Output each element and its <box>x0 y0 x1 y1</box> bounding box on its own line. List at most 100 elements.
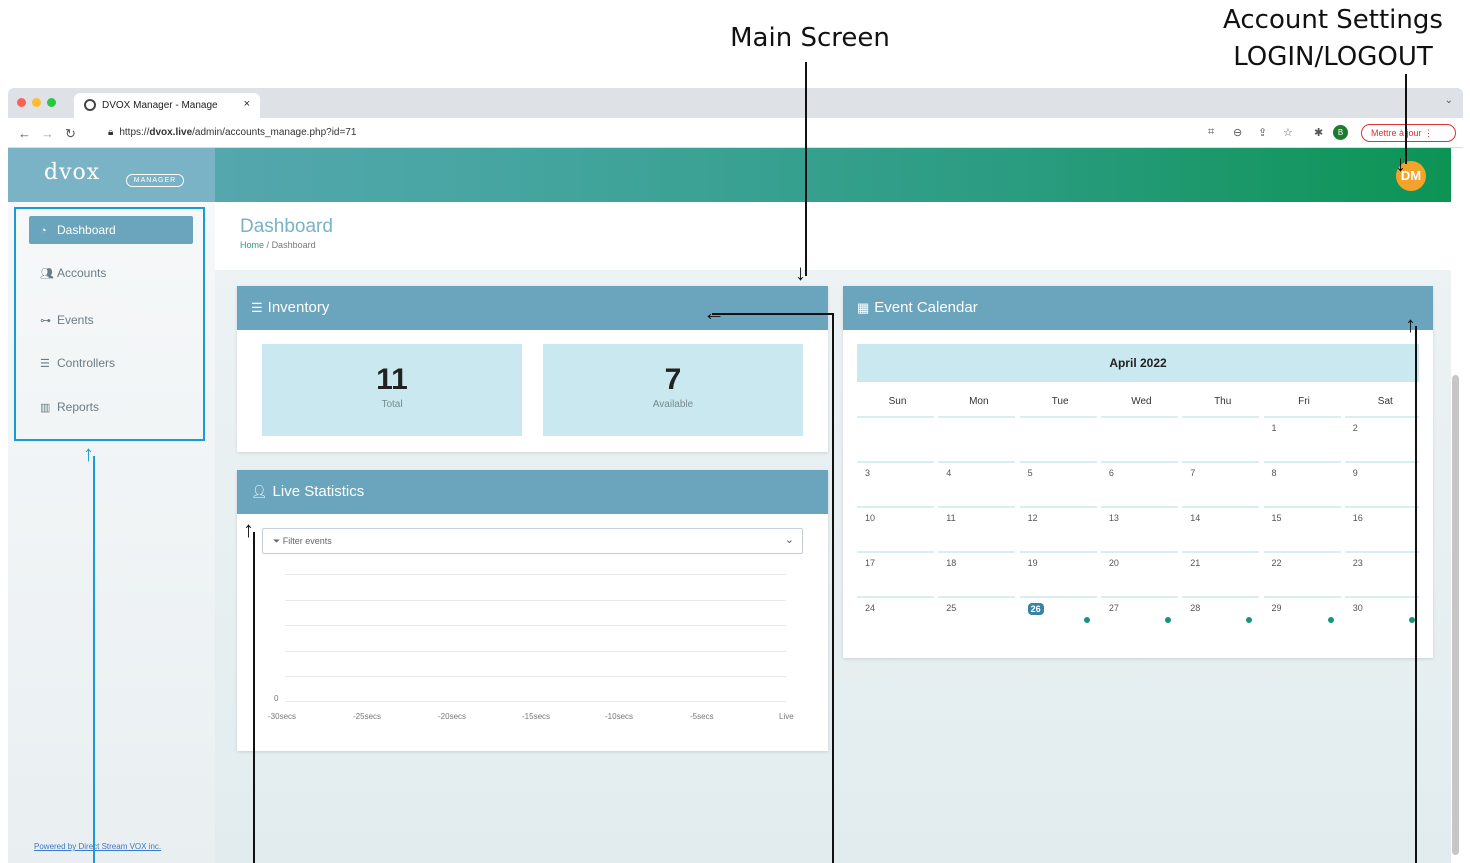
tab-list-chevron-icon[interactable]: ⌄ <box>1445 95 1453 106</box>
calendar-day-cell[interactable]: 9 <box>1344 461 1419 506</box>
page-header: Dashboard Home / Dashboard <box>215 202 1451 270</box>
close-window-dot[interactable] <box>17 98 26 107</box>
calendar-weekday-mon: Mon <box>969 396 989 407</box>
calendar-day-number: 6 <box>1108 468 1114 478</box>
calendar-day-cell[interactable]: 19 <box>1019 551 1097 596</box>
breadcrumb-home-link[interactable]: Home <box>240 240 264 250</box>
calendar-day-number: 13 <box>1108 513 1119 523</box>
calendar-day-cell[interactable]: 7 <box>1182 461 1260 506</box>
calendar-day-cell[interactable]: 4 <box>938 461 1016 506</box>
annotation-arrow-main-screen <box>805 62 807 276</box>
logo-text: dvox <box>44 160 101 185</box>
zoom-icon[interactable]: ⊖ <box>1233 126 1242 139</box>
forward-icon[interactable]: → <box>41 126 54 141</box>
annotation-arrowhead: ← <box>703 300 725 325</box>
calendar-event-dot[interactable] <box>1083 617 1090 623</box>
chart-x-tick: -15secs <box>522 712 551 721</box>
calendar-day-cell[interactable]: 6 <box>1100 461 1178 506</box>
translate-icon[interactable]: ⌗ <box>1208 126 1214 139</box>
inventory-available-tile[interactable]: 7 Available <box>543 344 803 436</box>
calendar-day-cell[interactable]: 12 <box>1019 506 1097 551</box>
share-icon[interactable]: ⇪ <box>1258 126 1267 139</box>
breadcrumb-separator: / <box>266 240 270 250</box>
minimize-window-dot[interactable] <box>32 98 41 107</box>
calendar-day-cell[interactable]: 14 <box>1182 506 1260 551</box>
inventory-available-label: Available <box>652 399 694 410</box>
calendar-day-cell[interactable]: 23 <box>1344 551 1419 596</box>
logo[interactable]: dvox MANAGER <box>8 148 215 202</box>
annotation-arrowhead: ↓ <box>1395 151 1406 176</box>
calendar-day-cell[interactable]: 16 <box>1344 506 1419 551</box>
calendar-day-cell[interactable]: 8 <box>1263 461 1341 506</box>
calendar-day-cell[interactable]: 10 <box>857 506 934 551</box>
calendar-day-number: 28 <box>1190 603 1201 613</box>
breadcrumb: Home / Dashboard <box>240 240 316 250</box>
extensions-icon[interactable]: ✱ <box>1314 126 1323 139</box>
annotation-arrow-inventory <box>832 314 834 863</box>
calendar-day-cell[interactable] <box>1100 416 1178 461</box>
logo-badge: MANAGER <box>126 174 184 187</box>
calendar-day-number: 29 <box>1271 603 1282 613</box>
address-bar[interactable]: 🔒︎ https://dvox.live/admin/accounts_manag… <box>108 127 356 138</box>
filter-events-select[interactable]: ⏷ Filter events ⌄ <box>262 528 803 554</box>
calendar-day-cell[interactable]: 15 <box>1263 506 1341 551</box>
calendar-day-cell[interactable]: 24 <box>857 596 934 641</box>
annotation-arrowhead: ↑ <box>243 517 254 542</box>
chevron-down-icon: ⌄ <box>784 534 794 546</box>
calendar-day-cell[interactable]: 20 <box>1100 551 1178 596</box>
chart-x-tick: -20secs <box>438 712 467 721</box>
calendar-day-cell[interactable]: 21 <box>1182 551 1260 596</box>
calendar-day-cell[interactable]: 17 <box>857 551 934 596</box>
url-host: dvox.live <box>149 127 193 138</box>
inventory-total-value: 11 <box>376 363 408 396</box>
chart-x-tick: Live <box>779 712 794 721</box>
annotation-account-settings: Account Settings <box>1223 5 1443 35</box>
browser-tab[interactable]: DVOX Manager - Manage × <box>74 93 260 118</box>
update-browser-button[interactable]: Mettre à jour ⋮ <box>1361 124 1456 142</box>
calendar-day-cell[interactable]: 5 <box>1019 461 1097 506</box>
close-tab-icon[interactable]: × <box>244 98 250 110</box>
calendar-day-cell[interactable]: 18 <box>938 551 1016 596</box>
powered-by-link[interactable]: Powered by Direct Stream VOX inc. <box>34 842 161 851</box>
calendar-day-number: 5 <box>1027 468 1033 478</box>
event-calendar-card: ▦ Event Calendar April 2022 Sun Mon Tue Wed T… <box>843 286 1433 658</box>
calendar-day-cell[interactable]: 11 <box>938 506 1016 551</box>
filter-icon: ⏷ <box>273 536 281 546</box>
filter-events-placeholder: Filter events <box>282 536 332 546</box>
calendar-day-number: 17 <box>865 558 876 568</box>
reload-icon[interactable]: ↻ <box>65 126 76 142</box>
chart-gridline <box>285 574 786 575</box>
browser-toolbar: ← → ↻ 🔒︎ https://dvox.live/admin/accounts… <box>8 118 1463 148</box>
profile-avatar[interactable]: B <box>1333 125 1348 140</box>
calendar-day-cell[interactable] <box>1019 416 1097 461</box>
browser-tab-title: DVOX Manager - Manage <box>102 100 218 111</box>
calendar-day-cell[interactable]: 22 <box>1263 551 1341 596</box>
live-statistics-card-header: 👤︎ Live Statistics <box>237 470 828 514</box>
calendar-day-number: 1 <box>1271 423 1277 433</box>
calendar-event-dot[interactable] <box>1164 617 1171 623</box>
calendar-day-cell[interactable]: 1 <box>1263 416 1341 461</box>
page-scrollbar[interactable] <box>1452 375 1459 855</box>
bookmark-star-icon[interactable]: ☆ <box>1283 126 1293 139</box>
inventory-title: Inventory <box>267 299 330 316</box>
inventory-card-header: ☰ Inventory <box>237 286 828 330</box>
calendar-day-cell[interactable] <box>857 416 934 461</box>
calendar-day-cell[interactable] <box>938 416 1016 461</box>
calendar-event-dot[interactable] <box>1408 617 1415 623</box>
calendar-day-cell[interactable]: 30 <box>1344 596 1419 641</box>
calendar-day-cell[interactable]: 3 <box>857 461 934 506</box>
calendar-day-cell[interactable]: 13 <box>1100 506 1178 551</box>
calendar-day-cell[interactable]: 2 <box>1344 416 1419 461</box>
back-icon[interactable]: ← <box>18 126 31 141</box>
calendar-day-cell[interactable] <box>1182 416 1260 461</box>
calendar-day-number: 19 <box>1027 558 1038 568</box>
calendar-event-dot[interactable] <box>1327 617 1334 623</box>
calendar-day-number: 24 <box>865 603 876 613</box>
maximize-window-dot[interactable] <box>47 98 56 107</box>
lock-icon: 🔒︎ <box>108 127 114 138</box>
page-title: Dashboard <box>240 216 333 237</box>
calendar-day-cell[interactable]: 25 <box>938 596 1016 641</box>
inventory-total-tile[interactable]: 11 Total <box>262 344 522 436</box>
calendar-day-number: 9 <box>1352 468 1358 478</box>
calendar-weekday-thu: Thu <box>1214 396 1232 407</box>
